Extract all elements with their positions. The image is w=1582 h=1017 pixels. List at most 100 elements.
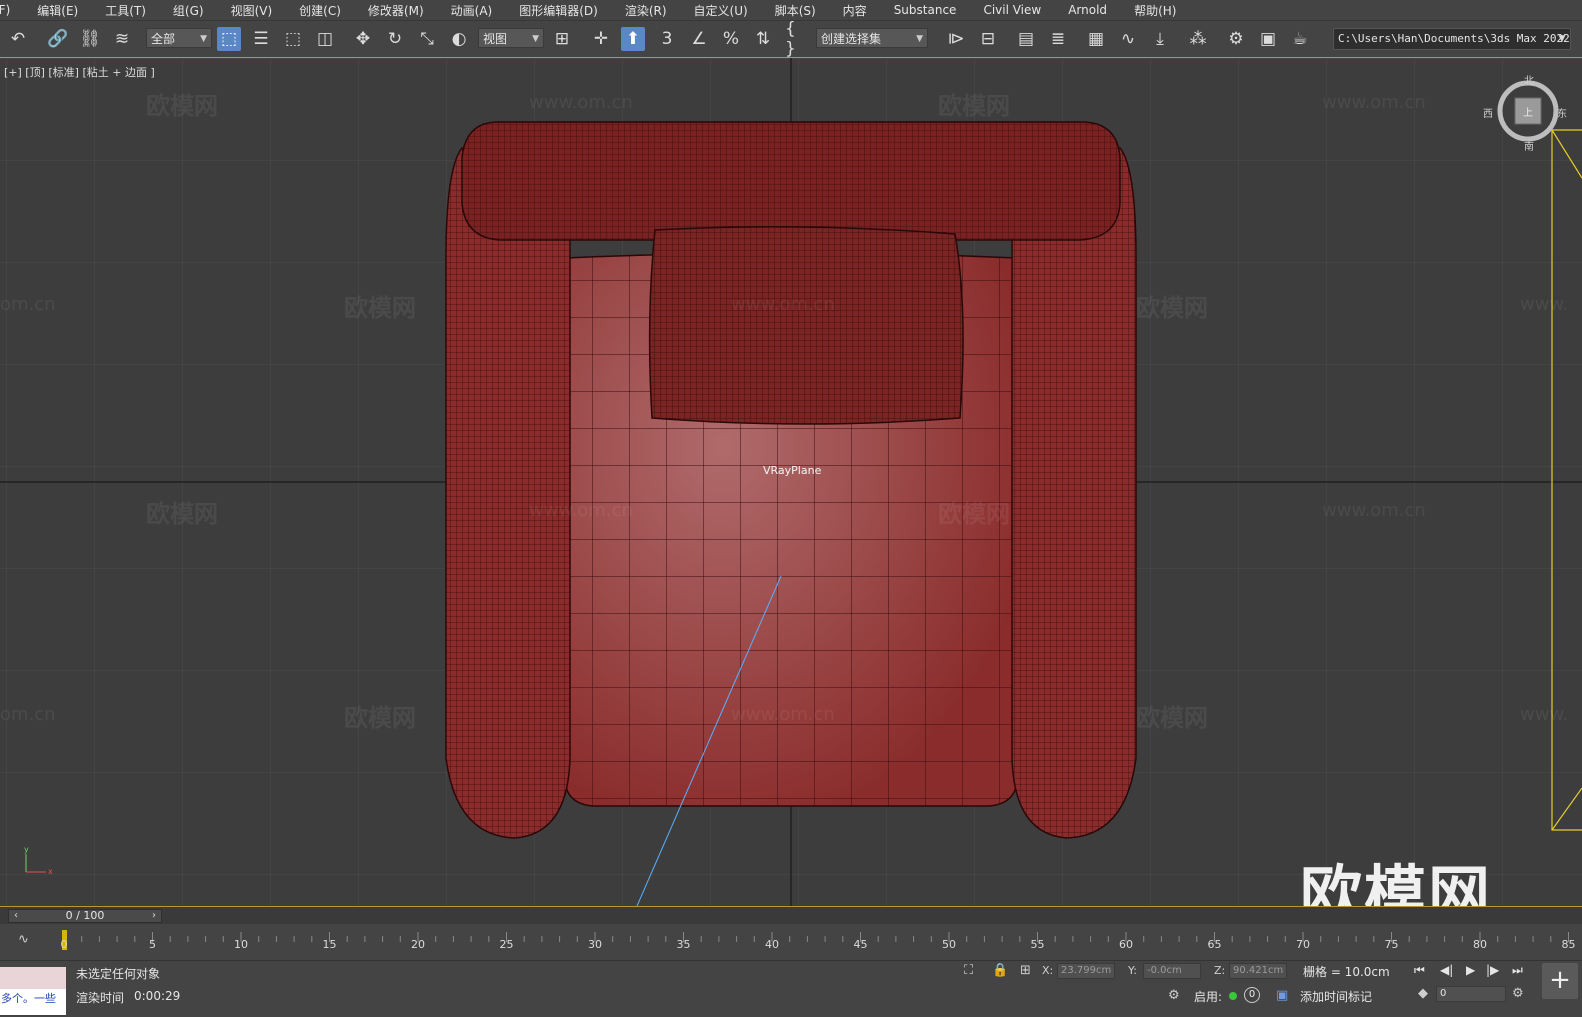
time-slider-next-icon[interactable]: › (148, 910, 160, 922)
selection-filter-dropdown[interactable]: 全部 ▼ (146, 28, 212, 48)
track-bar-tick-label: 50 (942, 938, 956, 951)
go-to-end-icon[interactable]: ⏭ (1512, 963, 1523, 978)
unlink-icon[interactable]: ⛓ (78, 27, 102, 51)
snaps-toggle-icon[interactable]: 3 (655, 27, 679, 51)
angle-snap-icon[interactable]: ∠ (687, 27, 711, 51)
viewcube-east[interactable]: 东 (1557, 105, 1567, 120)
schematic-view-icon[interactable]: ⤓ (1148, 27, 1172, 51)
reference-coordinate-dropdown[interactable]: 视图 ▼ (478, 28, 544, 48)
mini-curve-editor-icon[interactable]: ∿ (18, 932, 29, 947)
select-object-icon[interactable]: ⬚ (217, 27, 241, 51)
menu-item[interactable]: 视图(V) (231, 2, 273, 19)
layer-explorer-icon[interactable]: ≣ (1046, 27, 1070, 51)
named-selection-set-dropdown[interactable]: 创建选择集 ▼ (816, 28, 928, 48)
previous-frame-icon[interactable]: ◀| (1440, 963, 1453, 977)
menu-item[interactable]: 自定义(U) (694, 2, 748, 19)
vrayplane-object-label: VRayPlane (763, 464, 822, 477)
viewport-label-menu[interactable]: [+] [顶] [标准] [粘土 + 边面 ] (4, 64, 155, 80)
menu-item[interactable]: 内容 (843, 2, 867, 19)
menu-item[interactable]: Substance (894, 3, 957, 17)
absolute-mode-transform-icon[interactable]: ⊞ (1020, 963, 1031, 978)
watermark: 欧模网 (146, 500, 218, 528)
y-coord-field[interactable]: -0.0cm (1143, 963, 1201, 979)
edit-named-selection-icon[interactable]: { } (785, 19, 809, 59)
path-dropdown-caret-icon[interactable]: ▼ (1556, 27, 1568, 51)
maxscript-mini-listener[interactable]: 多个。一些 (0, 967, 66, 1015)
viewcube-top-face[interactable]: 上 (1523, 104, 1533, 119)
render-production-icon[interactable]: ☕ (1288, 27, 1312, 51)
menu-item[interactable]: 工具(T) (105, 2, 146, 19)
time-slider[interactable]: ‹ 0 / 100 › (8, 909, 162, 923)
enable-count-badge[interactable]: 0 (1244, 987, 1260, 1003)
viewcube-south[interactable]: 南 (1524, 138, 1534, 153)
track-bar-tick-label: 60 (1119, 938, 1133, 951)
window-crossing-icon[interactable]: ◫ (313, 27, 337, 51)
select-by-name-icon[interactable]: ☰ (249, 27, 273, 51)
menu-item[interactable]: (F) (0, 3, 10, 17)
menu-item[interactable]: Arnold (1068, 3, 1107, 17)
rendered-frame-window-icon[interactable]: ▣ (1256, 27, 1280, 51)
menu-item[interactable]: 修改器(M) (368, 2, 424, 19)
rotate-icon[interactable]: ↻ (383, 27, 407, 51)
align-icon[interactable]: ⊟ (976, 27, 1000, 51)
keyboard-shortcut-override-icon[interactable]: ⬆ (621, 27, 645, 51)
pivot-center-icon[interactable]: ⊞ (550, 27, 574, 51)
render-setup-icon[interactable]: ⚙ (1224, 27, 1248, 51)
menu-item[interactable]: 组(G) (173, 2, 204, 19)
scene-explorer-icon[interactable]: ▤ (1014, 27, 1038, 51)
viewcube-west[interactable]: 西 (1483, 105, 1493, 120)
status-bar: 多个。一些 未选定任何对象 渲染时间 0:00:29 ⛶ 🔒 ⊞ X: 23.7… (0, 961, 1582, 1017)
track-bar[interactable]: ∿ 0 5 10 15 20 25 30 35 40 45 50 55 60 65 70 75 80 85 (0, 924, 1582, 961)
watermark: 欧模网 (1136, 294, 1208, 322)
track-bar-tick-label: 0 (60, 938, 68, 951)
material-editor-icon[interactable]: ⁂ (1186, 27, 1210, 51)
armchair-mesh[interactable] (445, 121, 1137, 839)
create-plus-button[interactable]: + (1542, 963, 1578, 999)
viewcube-north[interactable]: 北 (1524, 72, 1534, 87)
watermark: 欧模网 (344, 294, 416, 322)
time-tag-icon[interactable]: ▣ (1276, 988, 1288, 1003)
toggle-ribbon-icon[interactable]: ▦ (1084, 27, 1108, 51)
menu-item[interactable]: 图形编辑器(D) (519, 2, 598, 19)
undo-icon[interactable]: ↶ (6, 27, 30, 51)
key-mode-toggle-icon[interactable]: ◆ (1418, 986, 1428, 1001)
menu-item[interactable]: 帮助(H) (1134, 2, 1176, 19)
spinner-snap-icon[interactable]: ⇅ (751, 27, 775, 51)
project-folder-path[interactable]: C:\Users\Han\Documents\3ds Max 2022 (1333, 28, 1571, 50)
adaptive-degradation-icon[interactable]: ⚙ (1168, 988, 1180, 1003)
link-icon[interactable]: 🔗 (46, 27, 70, 51)
next-frame-icon[interactable]: |▶ (1486, 963, 1499, 977)
percent-snap-icon[interactable]: % (719, 27, 743, 51)
time-slider-prev-icon[interactable]: ‹ (10, 910, 22, 922)
play-icon[interactable]: ▶ (1466, 963, 1475, 977)
menu-item[interactable]: 渲染(R) (625, 2, 667, 19)
rectangular-selection-icon[interactable]: ⬚ (281, 27, 305, 51)
snaps-toggle-number: 3 (661, 29, 673, 49)
top-viewport[interactable]: y x 欧模网 www.om.cn 欧模网 www.om.cn om.cn 欧模… (0, 58, 1582, 906)
curve-editor-icon[interactable]: ∿ (1116, 27, 1140, 51)
time-configuration-icon[interactable]: ⚙ (1512, 986, 1524, 1001)
menu-item[interactable]: 动画(A) (451, 2, 493, 19)
current-frame-field[interactable]: 0 (1436, 986, 1506, 1002)
menu-item[interactable]: 脚本(S) (775, 2, 816, 19)
selection-lock-icon[interactable]: 🔒 (992, 963, 1008, 978)
select-manipulate-icon[interactable]: ✛ (589, 27, 613, 51)
armchair-right-arm-wire (1011, 143, 1137, 839)
isolate-selection-icon[interactable]: ⛶ (964, 963, 973, 978)
scale-icon[interactable]: ⤡ (415, 27, 439, 51)
menu-item[interactable]: 编辑(E) (37, 2, 78, 19)
viewcube[interactable]: 北 西 东 南 上 (1483, 76, 1567, 153)
x-coord-field[interactable]: 23.799cm (1057, 963, 1115, 979)
go-to-start-icon[interactable]: ⏮ (1414, 963, 1425, 978)
move-icon[interactable]: ✥ (351, 27, 375, 51)
mirror-icon[interactable]: ⧐ (944, 27, 968, 51)
y-coord-label: Y: (1128, 964, 1137, 977)
menu-item[interactable]: 创建(C) (299, 2, 341, 19)
menu-item[interactable]: Civil View (983, 3, 1041, 17)
watermark-url: www.om.cn (529, 92, 633, 113)
z-coord-field[interactable]: 90.421cm (1229, 963, 1287, 979)
bind-space-warp-icon[interactable]: ≋ (110, 27, 134, 51)
add-time-tag[interactable]: 添加时间标记 (1300, 988, 1372, 1005)
place-icon[interactable]: ◐ (447, 27, 471, 51)
maxscript-input[interactable] (0, 967, 66, 989)
